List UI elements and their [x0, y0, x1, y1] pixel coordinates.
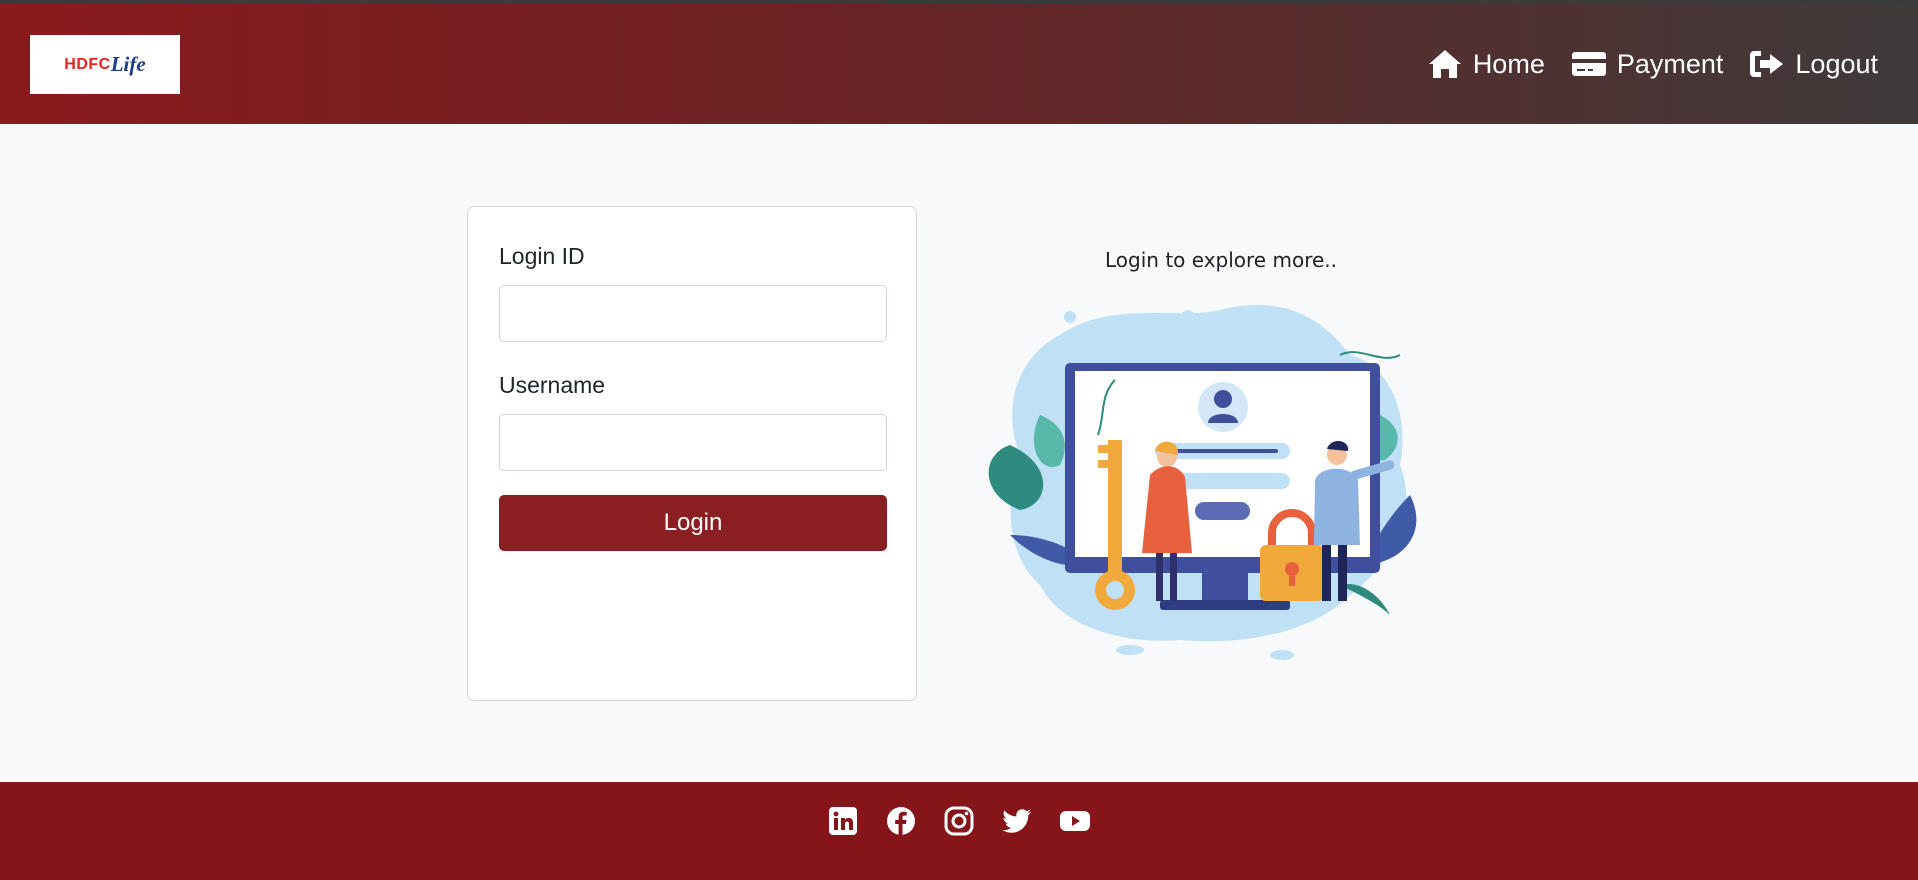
nav-payment-link[interactable]: Payment	[1571, 48, 1724, 80]
hdfc-life-logo[interactable]: HDFC Life	[30, 35, 180, 94]
logout-icon	[1750, 51, 1784, 77]
login-button[interactable]: Login	[499, 495, 887, 551]
login-id-label: Login ID	[499, 243, 585, 269]
decor-dot	[1064, 311, 1076, 323]
twitter-icon	[1002, 809, 1031, 833]
leaf-shape	[1340, 584, 1390, 615]
decor-dot	[1181, 310, 1195, 324]
twitter-link[interactable]	[1000, 804, 1034, 838]
facebook-link[interactable]	[884, 804, 918, 838]
form-button-shape	[1195, 502, 1250, 520]
nav-logout-label: Logout	[1795, 48, 1878, 79]
username-input[interactable]	[499, 414, 887, 471]
top-navbar: HDFC Life Home Payment Logout	[0, 0, 1918, 124]
login-id-input[interactable]	[499, 285, 887, 342]
linkedin-link[interactable]	[826, 804, 860, 838]
key-shape	[1098, 460, 1110, 468]
username-label: Username	[499, 372, 606, 398]
decor-dot	[1116, 645, 1144, 655]
logo-text-secondary: Life	[110, 52, 146, 76]
nav-payment-label: Payment	[1616, 48, 1724, 79]
linkedin-icon	[829, 807, 857, 835]
nav-home-label: Home	[1472, 48, 1545, 79]
logo-text-primary: HDFC	[64, 55, 111, 73]
monitor-base-shape	[1160, 600, 1290, 610]
youtube-icon	[1060, 811, 1090, 831]
nav-logout-link[interactable]: Logout	[1749, 48, 1878, 80]
instagram-link[interactable]	[942, 804, 976, 838]
user-avatar-shape	[1214, 390, 1232, 408]
nav-home-link[interactable]: Home	[1427, 48, 1545, 80]
monitor-stand-shape	[1202, 573, 1248, 603]
decor-dot	[1270, 650, 1294, 660]
instagram-icon	[944, 806, 974, 836]
promo-tagline: Login to explore more..	[1105, 248, 1337, 272]
man-figure-shape	[1314, 468, 1360, 545]
footer	[0, 782, 1918, 880]
main-nav: Home Payment Logout	[1427, 48, 1878, 80]
key-shape	[1106, 581, 1124, 599]
credit-card-icon	[1571, 52, 1606, 76]
woman-figure-shape	[1170, 553, 1177, 601]
key-shape	[1108, 440, 1122, 575]
key-shape	[1098, 445, 1110, 453]
man-figure-shape	[1338, 545, 1347, 601]
form-field-shape	[1168, 449, 1278, 453]
home-icon	[1428, 50, 1461, 78]
woman-figure-shape	[1156, 553, 1163, 601]
login-illustration	[988, 305, 1417, 660]
social-links	[0, 804, 1918, 838]
youtube-link[interactable]	[1058, 804, 1092, 838]
padlock-shape	[1289, 571, 1295, 586]
login-card: Login ID Username Login	[467, 206, 917, 701]
facebook-icon	[887, 807, 915, 835]
man-figure-shape	[1322, 545, 1331, 601]
